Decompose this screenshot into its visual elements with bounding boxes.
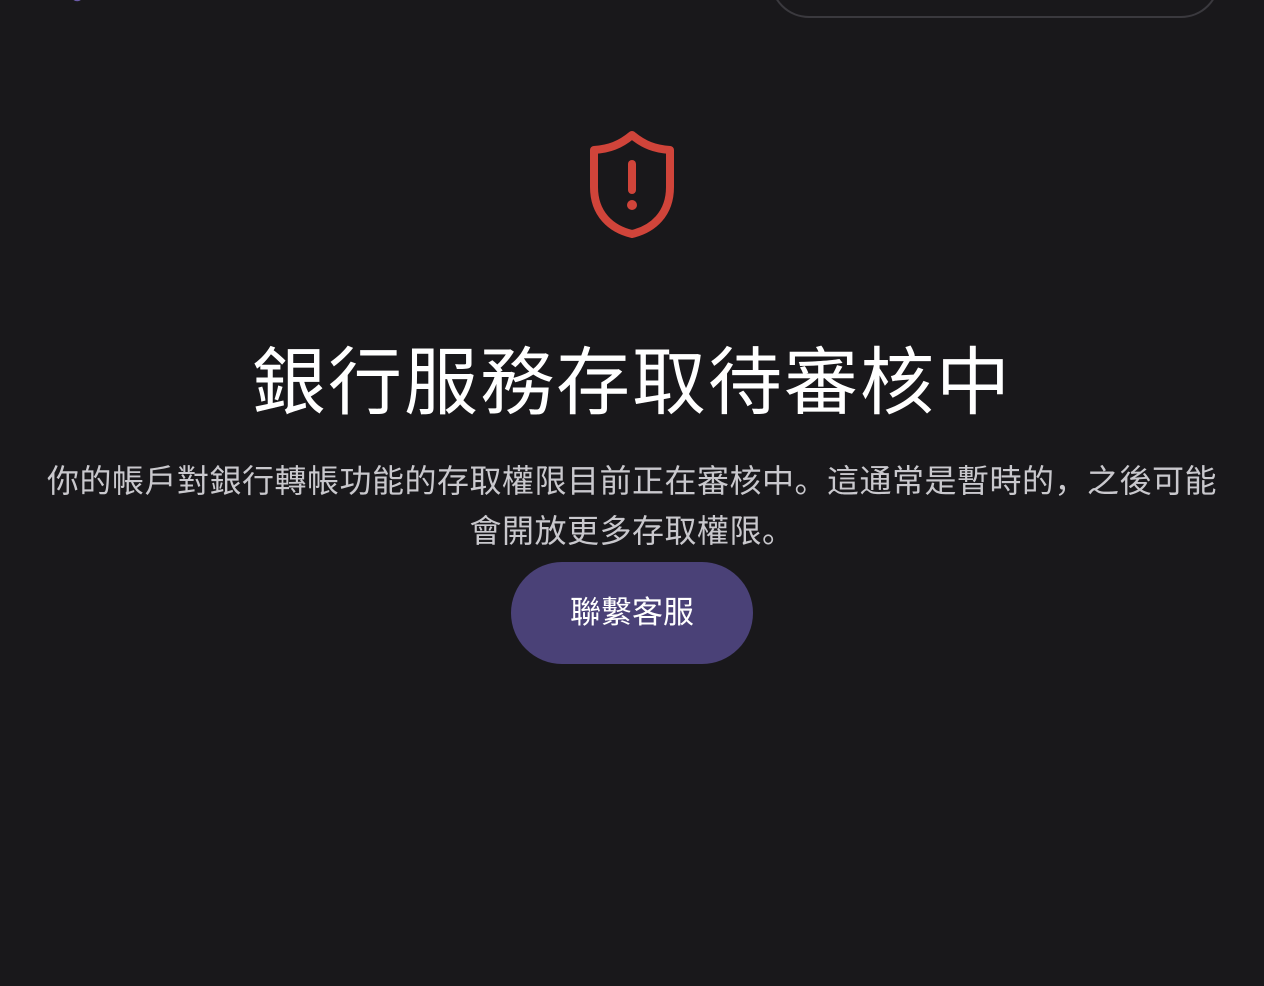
contact-support-button[interactable]: 聯繫客服	[511, 562, 753, 664]
review-message: 你的帳戶對銀行轉帳功能的存取權限目前正在審核中。這通常是暫時的，之後可能會開放更…	[46, 462, 1217, 550]
bank-access-review-page: 銀行服務存取待審核中 你的帳戶對銀行轉帳功能的存取權限目前正在審核中。這通常是暫…	[0, 0, 1264, 986]
shield-alert-icon	[590, 131, 674, 238]
page-title: 銀行服務存取待審核中	[252, 339, 1012, 426]
